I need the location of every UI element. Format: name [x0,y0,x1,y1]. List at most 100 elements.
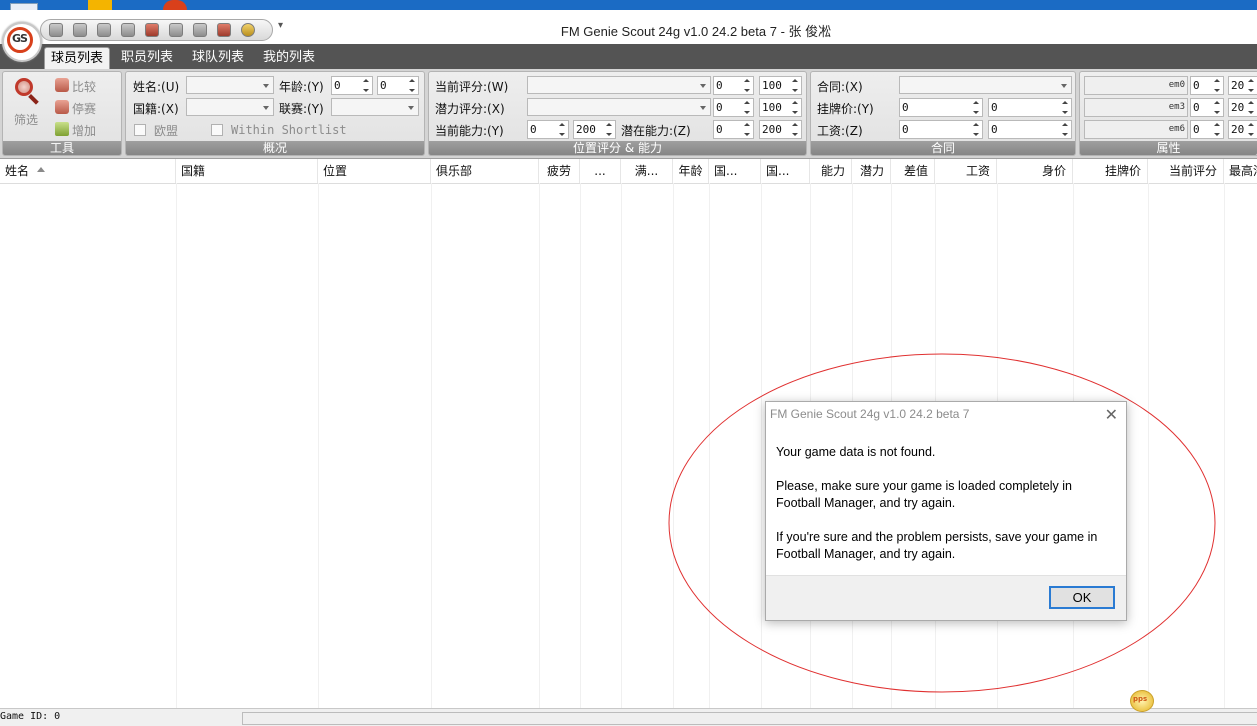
potential-ability-max-spinner[interactable]: 200 [759,120,802,139]
column-header-name[interactable]: 姓名 [0,159,176,183]
wage-min-spinner[interactable]: 0 [899,120,983,139]
attribute-1-min-spinner[interactable]: 0 [1190,76,1224,95]
wage-max-value: 0 [991,123,998,136]
column-header-fatigue[interactable]: 疲劳 [539,159,580,183]
potential-ability-min-spinner[interactable]: 0 [713,120,754,139]
watermark-text: pps [1133,695,1148,703]
potential-rating-max-spinner[interactable]: 100 [759,98,802,117]
column-header-ellipsis-1[interactable]: ... [580,159,621,183]
ribbon-group-position-ability: 当前评分:(W) 0 100 潜力评分:(X) 0 100 当前能力:(Y) 0… [428,71,807,156]
current-rating-max-spinner[interactable]: 100 [759,76,802,95]
column-header-max-potential[interactable]: 最高潜 [1224,159,1257,183]
attribute-1-max-spinner[interactable]: 20 [1228,76,1257,95]
ribbon-group-attributes: em0 0 20 em3 0 20 em6 0 20 属性 [1079,71,1257,156]
user-remove-icon[interactable] [217,23,231,37]
age-min-value: 0 [334,79,341,92]
attribute-field-1[interactable]: em0 [1084,76,1188,95]
column-header-asking-price[interactable]: 挂牌价 [1073,159,1148,183]
age-max-spinner[interactable]: 0 [377,76,419,95]
eu-label: 欧盟 [154,124,179,138]
column-header-national-2[interactable]: 国... [761,159,810,183]
attribute-field-3[interactable]: em6 [1084,120,1188,139]
dialog-message-load-game: Please, make sure your game is loaded co… [776,479,1072,510]
column-header-value[interactable]: 身价 [997,159,1073,183]
filter-button[interactable]: 筛选 [14,111,38,128]
tab-player-list[interactable]: 球员列表 [44,47,110,69]
ok-button[interactable]: OK [1049,586,1115,609]
column-header-age[interactable]: 年龄 [673,159,709,183]
potential-rating-min-spinner[interactable]: 0 [713,98,754,117]
eu-checkbox[interactable] [134,124,146,136]
asking-price-max-spinner[interactable]: 0 [988,98,1072,117]
column-header-current-rating[interactable]: 当前评分 [1148,159,1224,183]
age-min-spinner[interactable]: 0 [331,76,373,95]
asking-price-min-spinner[interactable]: 0 [899,98,983,117]
user-search-icon[interactable] [169,23,183,37]
close-icon[interactable]: ✕ [1105,405,1118,424]
user-icon[interactable] [145,23,159,37]
current-ability-min-value: 0 [530,123,537,136]
status-panel [242,712,1257,725]
name-combobox[interactable] [186,76,274,94]
column-header-nationality[interactable]: 国籍 [176,159,318,183]
ribbon-group-tools: 筛选 比较 停赛 增加 工具 [2,71,122,156]
attribute-2-min-spinner[interactable]: 0 [1190,98,1224,117]
document-edit-icon[interactable] [121,23,135,37]
tab-team-list[interactable]: 球队列表 [187,47,249,69]
column-header-satisfaction[interactable]: 满... [621,159,673,183]
column-header-ability[interactable]: 能力 [810,159,852,183]
group-caption-contract: 合同 [811,141,1075,155]
attribute-field-2[interactable]: em3 [1084,98,1188,117]
tab-staff-list[interactable]: 职员列表 [116,47,178,69]
league-combobox[interactable] [331,98,419,116]
column-header-position[interactable]: 位置 [318,159,431,183]
compare-button[interactable]: 比较 [72,78,96,95]
contract-combobox[interactable] [899,76,1072,94]
grid-column-line [761,183,762,708]
asking-price-min-value: 0 [902,101,909,114]
quick-access-more-icon[interactable]: ▾ [278,20,283,31]
column-header-national-1[interactable]: 国... [709,159,761,183]
current-ability-label: 当前能力:(Y) [435,124,504,138]
suspend-button[interactable]: 停赛 [72,100,96,117]
game-id-status: Game ID: 0 [0,711,61,722]
window-title: FM Genie Scout 24g v1.0 24.2 beta 7 - 张 … [560,24,832,39]
current-rating-combobox[interactable] [527,76,711,94]
within-shortlist-checkbox[interactable] [211,124,223,136]
badge-icon[interactable] [241,23,255,37]
grid-column-line [176,183,177,708]
column-header-difference[interactable]: 差值 [891,159,935,183]
current-ability-max-spinner[interactable]: 200 [573,120,616,139]
attribute-3-max-spinner[interactable]: 20 [1228,120,1257,139]
current-ability-min-spinner[interactable]: 0 [527,120,569,139]
potential-rating-combobox[interactable] [527,98,711,116]
column-header-potential[interactable]: 潜力 [852,159,891,183]
nationality-combobox[interactable] [186,98,274,116]
column-header-club[interactable]: 俱乐部 [431,159,539,183]
tab-my-list[interactable]: 我的列表 [258,47,320,69]
current-rating-min-spinner[interactable]: 0 [713,76,754,95]
potential-ability-min-value: 0 [716,123,723,136]
attribute-2-max-spinner[interactable]: 20 [1228,98,1257,117]
add-button[interactable]: 增加 [72,122,96,139]
current-rating-max-value: 100 [762,79,782,92]
grid-column-line [1224,183,1225,708]
document-add-icon[interactable] [97,23,111,37]
settings-doc-icon[interactable] [49,23,63,37]
wage-min-value: 0 [902,123,909,136]
ribbon: 筛选 比较 停赛 增加 工具 姓名:(U) 年龄:(Y) 0 0 国籍:(X) … [0,69,1257,159]
filter-magnifier-icon[interactable] [13,76,43,106]
grid-header: 姓名 国籍 位置 俱乐部 疲劳 ... 满... 年龄 国... 国... 能力… [0,159,1257,184]
potential-rating-min-value: 0 [716,101,723,114]
column-header-wage[interactable]: 工资 [935,159,997,183]
attribute-1-min-value: 0 [1193,79,1200,92]
app-logo-icon[interactable]: GS [2,22,42,62]
group-caption-attributes: 属性 [1080,141,1257,155]
age-max-value: 0 [380,79,387,92]
pps-watermark-icon: pps [1127,686,1159,714]
document-icon[interactable] [73,23,87,37]
search-icon[interactable] [193,23,207,37]
wage-max-spinner[interactable]: 0 [988,120,1072,139]
attribute-3-min-spinner[interactable]: 0 [1190,120,1224,139]
quick-access-toolbar [40,19,273,41]
